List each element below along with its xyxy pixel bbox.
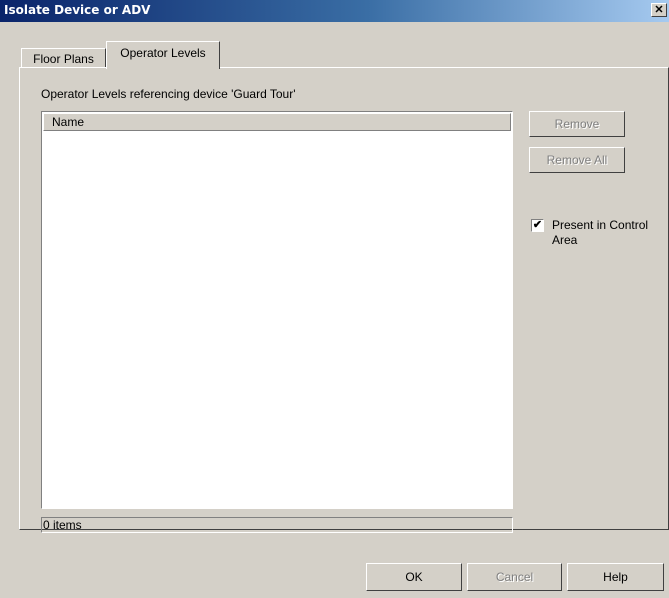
tab-floor-plans[interactable]: Floor Plans: [21, 48, 106, 68]
cancel-button[interactable]: Cancel: [467, 563, 562, 591]
checkbox-label: Present in Control Area: [552, 218, 649, 247]
cancel-button-label: Cancel: [495, 570, 534, 584]
remove-all-button[interactable]: Remove All: [529, 147, 625, 173]
column-header-name[interactable]: Name: [43, 113, 511, 131]
help-button-label: Help: [603, 570, 628, 584]
remove-button[interactable]: Remove: [529, 111, 625, 137]
ok-button[interactable]: OK: [366, 563, 462, 591]
list-caption: Operator Levels referencing device 'Guar…: [41, 87, 296, 101]
title-bar[interactable]: Isolate Device or ADV ✕: [0, 0, 669, 22]
help-button[interactable]: Help: [567, 563, 664, 591]
close-icon: ✕: [654, 4, 664, 16]
remove-button-label: Remove: [554, 117, 600, 131]
operator-levels-list[interactable]: Name: [41, 111, 513, 509]
close-button[interactable]: ✕: [651, 3, 667, 17]
remove-all-button-label: Remove All: [546, 153, 608, 167]
window-title: Isolate Device or ADV: [4, 3, 151, 17]
dialog-window: Isolate Device or ADV ✕ Floor Plans Oper…: [0, 0, 669, 598]
checkmark-icon: ✔: [532, 219, 543, 231]
tab-operator-levels[interactable]: Operator Levels: [106, 41, 220, 69]
ok-button-label: OK: [405, 570, 423, 584]
item-count-status: 0 items: [41, 517, 513, 533]
checkbox-box[interactable]: ✔: [531, 219, 544, 232]
